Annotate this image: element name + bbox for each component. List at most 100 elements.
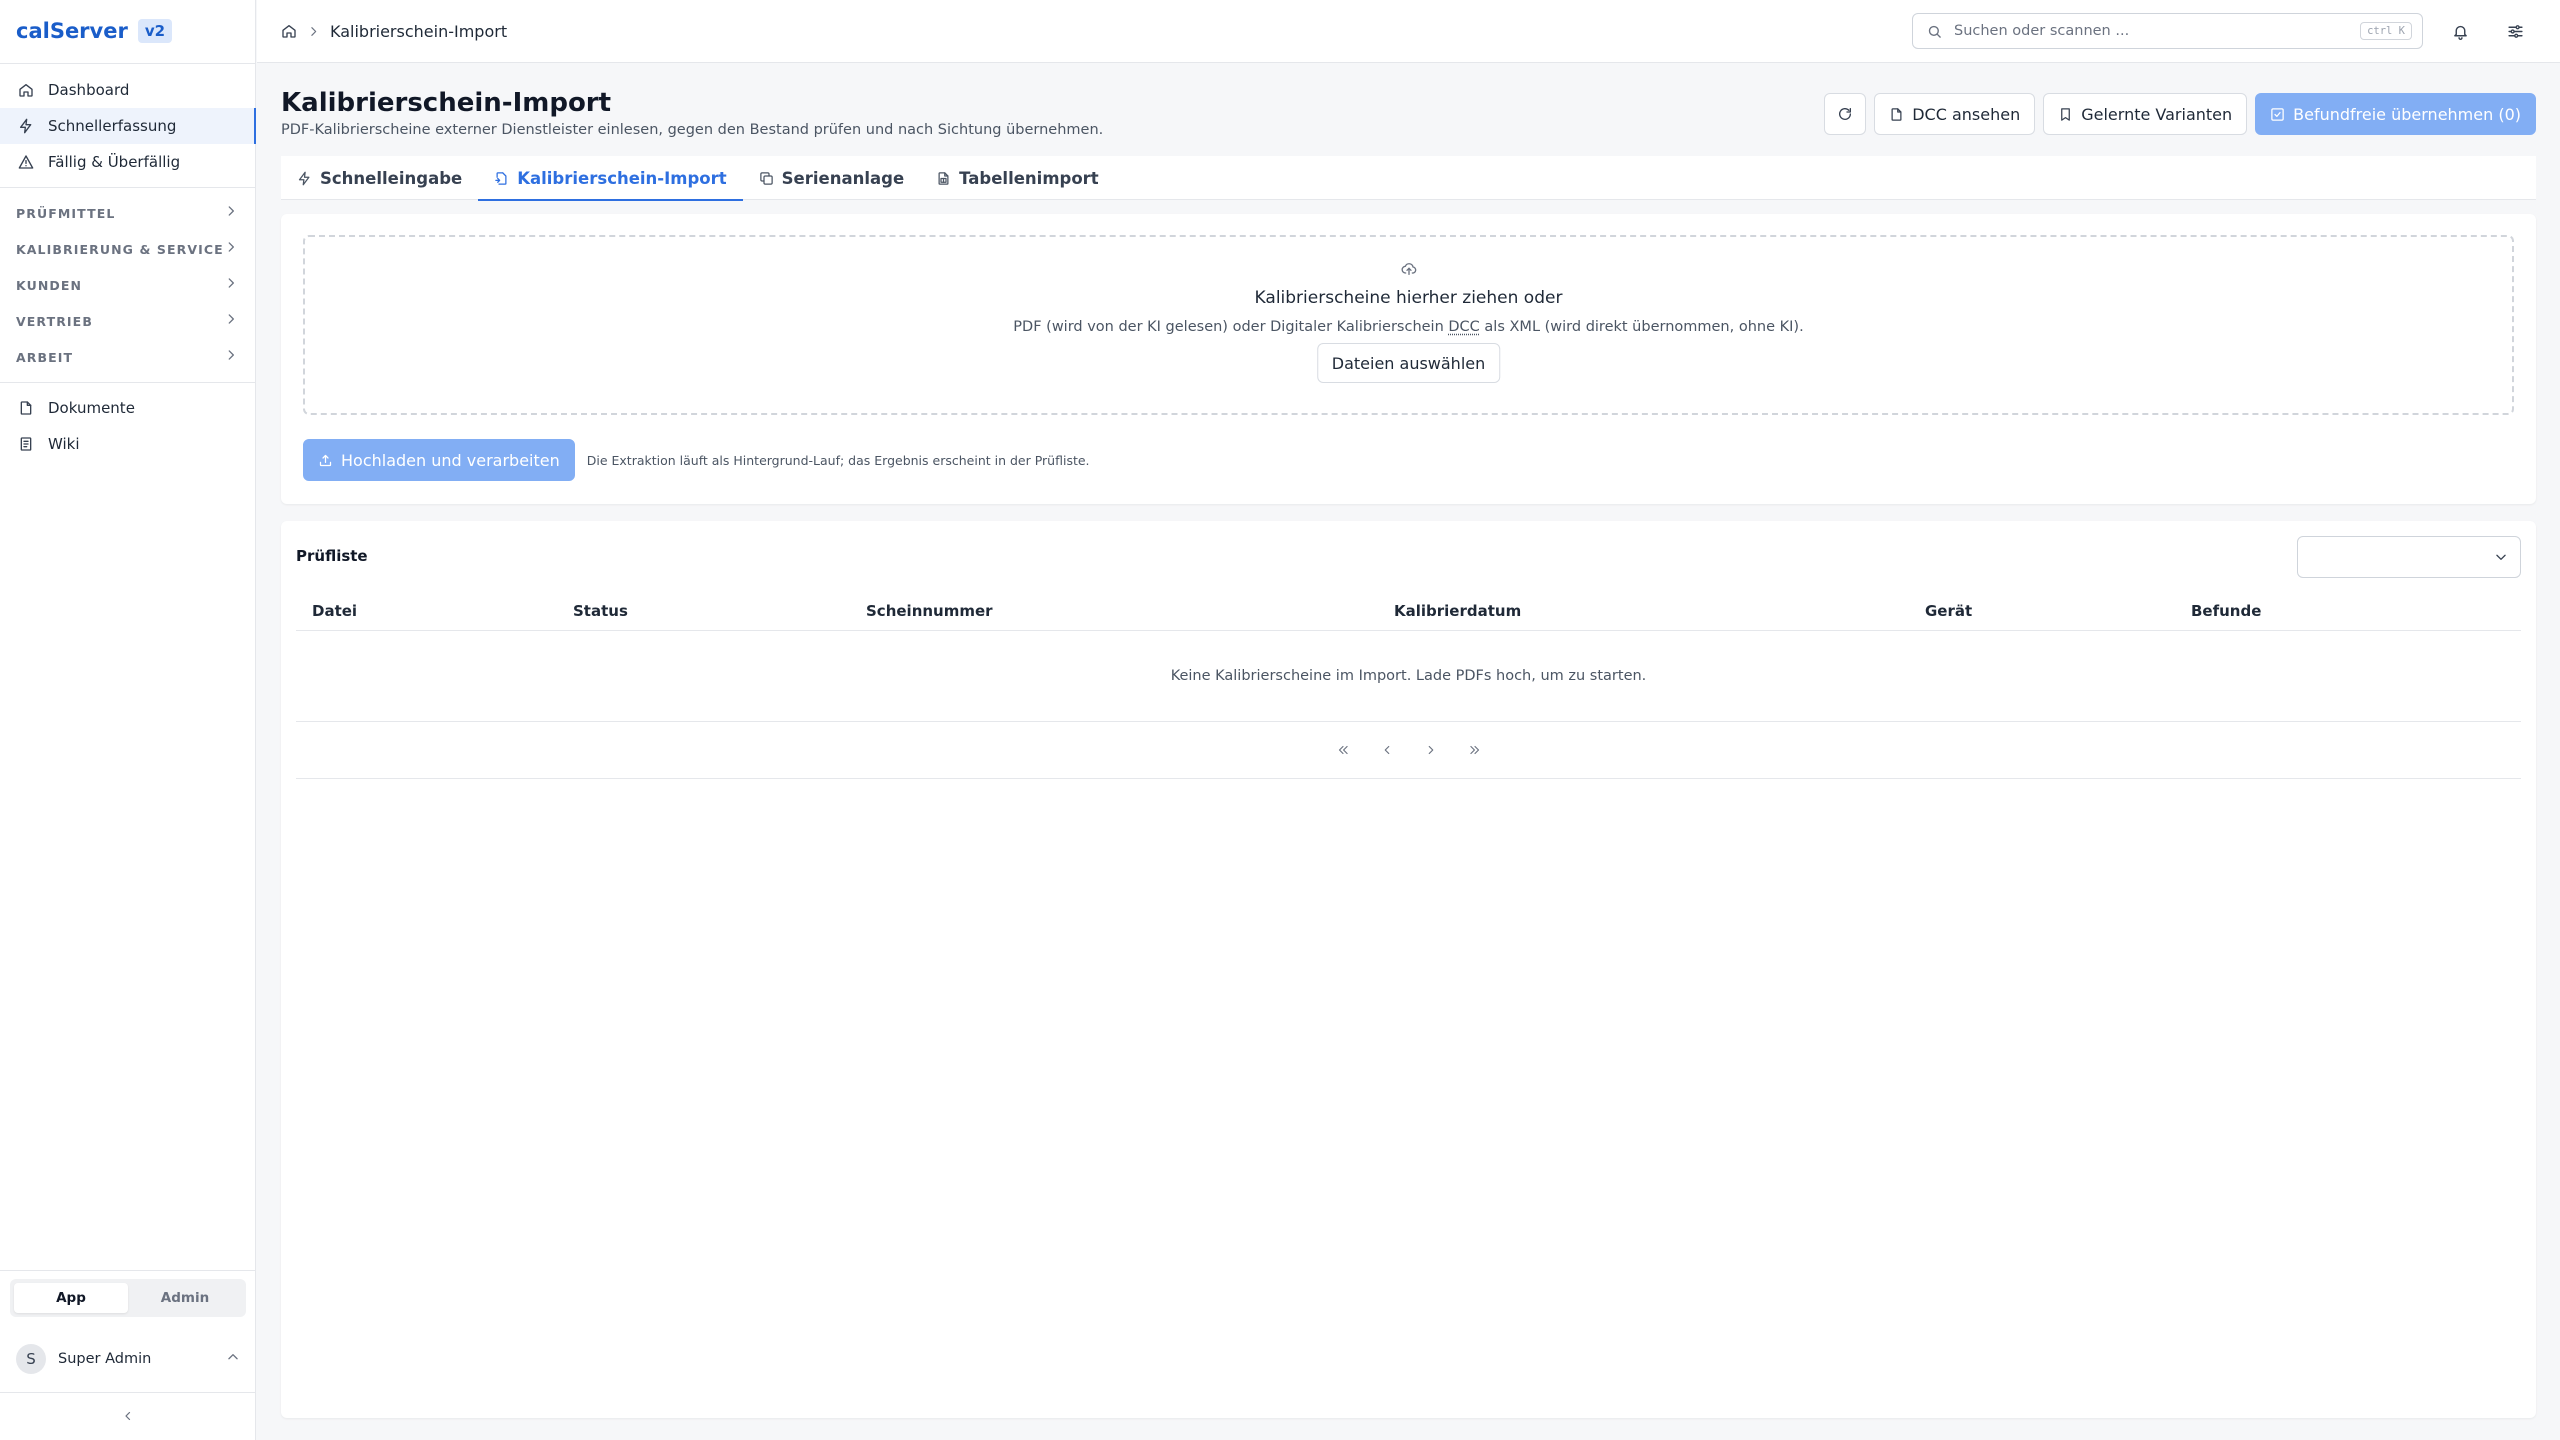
chevron-left-icon (1380, 743, 1394, 757)
breadcrumb: Kalibrierschein-Import (281, 20, 507, 42)
sidebar-group-kalibrierung[interactable]: KALIBRIERUNG & SERVICE (0, 231, 256, 267)
sidebar-group-vertrieb[interactable]: VERTRIEB (0, 303, 256, 339)
sidebar-group-label: VERTRIEB (16, 313, 93, 329)
column-header-kalibrierdatum[interactable]: Kalibrierdatum (1394, 602, 1521, 620)
divider (0, 187, 256, 188)
prev-page-button[interactable] (1375, 738, 1399, 762)
next-page-button[interactable] (1419, 738, 1443, 762)
breadcrumb-current: Kalibrierschein-Import (330, 21, 508, 41)
column-header-status[interactable]: Status (573, 602, 628, 620)
sidebar-group-kunden[interactable]: KUNDEN (0, 267, 256, 303)
sidebar-group-label: KUNDEN (16, 277, 83, 293)
tab-label: Serienanlage (781, 168, 905, 188)
home-icon[interactable] (281, 23, 297, 39)
chevron-right-icon (1424, 743, 1438, 757)
mode-app-button[interactable]: App (14, 1283, 128, 1313)
tab-serienanlage[interactable]: Serienanlage (743, 156, 920, 200)
file-table-icon (936, 171, 951, 186)
divider (0, 63, 256, 64)
upload-process-button[interactable]: Hochladen und verarbeiten (303, 439, 575, 481)
main-content: Kalibrierschein-Import PDF-Kalibriersche… (257, 64, 2560, 1440)
copy-icon (759, 171, 774, 186)
sidebar-group-arbeit[interactable]: ARBEIT (0, 339, 256, 375)
column-header-datei[interactable]: Datei (312, 602, 357, 620)
hint-text: PDF (wird von der KI gelesen) oder Digit… (1013, 319, 1449, 335)
page-title: Kalibrierschein-Import (281, 88, 612, 118)
mode-admin-button[interactable]: Admin (128, 1283, 242, 1313)
refresh-button[interactable] (1824, 93, 1867, 135)
sidebar-group-pruefmittel[interactable]: PRÜFMITTEL (0, 195, 256, 231)
accept-clean-button[interactable]: Befundfreie übernehmen (0) (2255, 93, 2536, 135)
warning-icon (18, 154, 34, 170)
notifications-button[interactable] (2449, 20, 2471, 42)
checklist-card: Prüfliste Datei Status Scheinnummer Kali… (281, 521, 2536, 1418)
topbar: Kalibrierschein-Import ctrl K (257, 0, 2560, 63)
dropzone-hint: PDF (wird von der KI gelesen) oder Digit… (305, 319, 2512, 335)
mode-switch: App Admin (10, 1279, 246, 1317)
column-header-geraet[interactable]: Gerät (1925, 602, 1972, 620)
bolt-icon (297, 171, 312, 186)
sliders-icon (2507, 23, 2524, 40)
bolt-icon (18, 118, 34, 134)
sidebar-item-schnellerfassung[interactable]: Schnellerfassung (0, 108, 256, 144)
sidebar-item-dokumente[interactable]: Dokumente (0, 390, 256, 426)
sidebar: calServer v2 Dashboard Schnellerfassung … (0, 0, 256, 1440)
search-icon (1927, 24, 1942, 39)
status-filter-select[interactable] (2297, 536, 2521, 578)
sidebar-item-label: Dashboard (48, 81, 130, 99)
column-header-befunde[interactable]: Befunde (2191, 602, 2261, 620)
refresh-icon (1837, 106, 1853, 122)
app-logo[interactable]: calServer v2 (16, 16, 173, 46)
first-page-button[interactable] (1331, 738, 1355, 762)
chevron-left-icon (122, 1410, 134, 1422)
chevron-up-icon (226, 1350, 240, 1368)
upload-note: Die Extraktion läuft als Hintergrund-Lau… (586, 452, 1090, 468)
column-header-scheinnummer[interactable]: Scheinnummer (866, 602, 993, 620)
search-input[interactable] (1954, 23, 2361, 39)
chevron-right-icon (224, 240, 238, 258)
document-icon (1889, 107, 1904, 122)
checklist-title: Prüfliste (296, 547, 368, 565)
sidebar-item-wiki[interactable]: Wiki (0, 426, 256, 462)
sidebar-item-faellig[interactable]: Fällig & Überfällig (0, 144, 256, 180)
tab-label: Kalibrierschein-Import (517, 168, 727, 188)
dcc-view-button[interactable]: DCC ansehen (1874, 93, 2036, 135)
file-dropzone[interactable]: Kalibrierscheine hierher ziehen oder PDF… (303, 235, 2514, 415)
collapse-sidebar-button[interactable] (118, 1406, 138, 1426)
file-import-icon (494, 171, 509, 186)
tab-label: Tabellenimport (959, 168, 1099, 188)
sidebar-group-label: PRÜFMITTEL (16, 205, 116, 221)
avatar: S (16, 1344, 46, 1374)
chevron-right-icon (224, 204, 238, 222)
sidebar-nav: Dashboard Schnellerfassung Fällig & Über… (0, 72, 256, 462)
tab-kalibrierschein-import[interactable]: Kalibrierschein-Import (478, 156, 744, 201)
last-page-button[interactable] (1463, 738, 1487, 762)
tab-label: Schnelleingabe (320, 168, 463, 188)
settings-button[interactable] (2504, 20, 2526, 42)
divider (0, 1392, 256, 1393)
upload-card: Kalibrierscheine hierher ziehen oder PDF… (281, 214, 2536, 504)
bell-icon (2452, 23, 2469, 40)
cloud-upload-icon (305, 261, 2512, 277)
table-header: Datei Status Scheinnummer Kalibrierdatum… (296, 591, 2521, 631)
learned-variants-button[interactable]: Gelernte Varianten (2043, 93, 2248, 135)
tab-schnelleingabe[interactable]: Schnelleingabe (281, 156, 478, 200)
tab-bar: Schnelleingabe Kalibrierschein-Import Se… (281, 156, 2536, 201)
check-square-icon (2270, 107, 2285, 122)
user-menu[interactable]: S Super Admin (0, 1332, 256, 1386)
version-badge: v2 (137, 19, 173, 43)
sidebar-item-label: Wiki (48, 435, 80, 453)
divider (0, 382, 256, 383)
choose-files-button[interactable]: Dateien auswählen (1316, 343, 1501, 383)
button-label: Gelernte Varianten (2081, 104, 2233, 124)
sidebar-item-dashboard[interactable]: Dashboard (0, 72, 256, 108)
tab-tabellenimport[interactable]: Tabellenimport (920, 156, 1115, 200)
pagination (296, 722, 2521, 779)
book-icon (18, 436, 34, 452)
home-icon (18, 82, 34, 98)
app-name: calServer (16, 19, 128, 43)
chevron-right-icon (224, 348, 238, 366)
button-label: Hochladen und verarbeiten (341, 450, 560, 470)
sidebar-group-label: KALIBRIERUNG & SERVICE (16, 241, 224, 257)
dropzone-title: Kalibrierscheine hierher ziehen oder (1254, 288, 1563, 308)
